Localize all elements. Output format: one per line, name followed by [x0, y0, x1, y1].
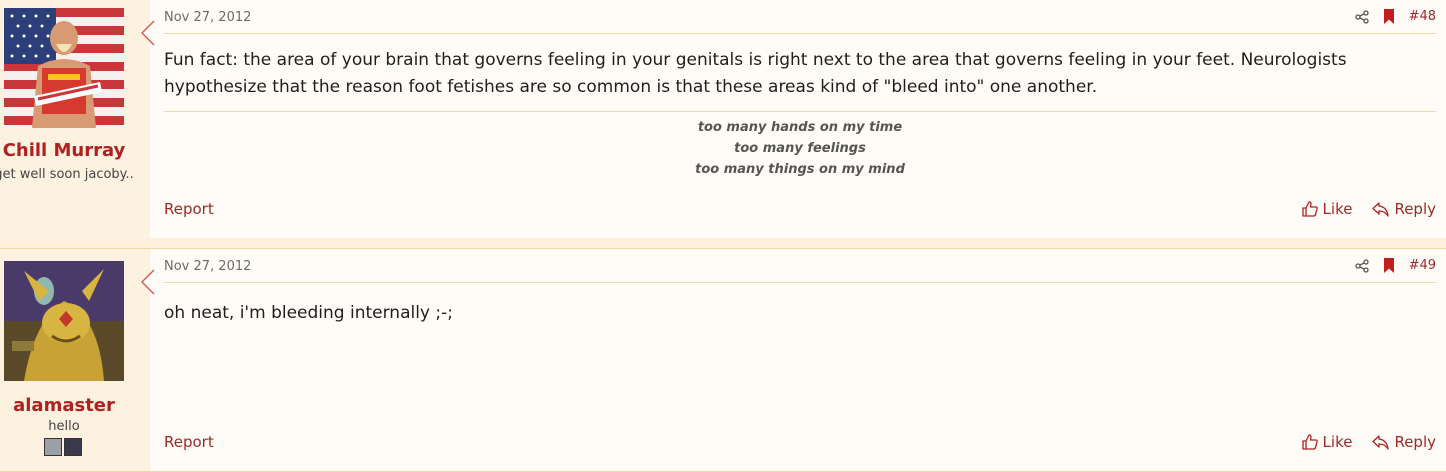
user-column: alamaster hello: [0, 249, 155, 471]
user-title: get well soon jacoby..: [0, 167, 134, 182]
share-icon[interactable]: [1354, 258, 1369, 273]
post-49: alamaster hello Nov 27, 2012 #49 oh neat…: [0, 248, 1446, 472]
post-body: oh neat, i'm bleeding internally ;-;: [164, 303, 453, 323]
reply-icon: [1372, 201, 1390, 217]
username[interactable]: Chill Murray: [0, 140, 128, 161]
like-button[interactable]: Like: [1301, 200, 1353, 218]
like-label: Like: [1322, 200, 1353, 218]
header-divider: [164, 282, 1436, 283]
thumbs-up-icon: [1301, 201, 1318, 217]
avatar[interactable]: [4, 8, 124, 128]
bookmark-icon[interactable]: [1383, 258, 1395, 273]
signature: too many hands on my time too many feeli…: [164, 117, 1436, 180]
report-link[interactable]: Report: [164, 200, 214, 218]
report-link[interactable]: Report: [164, 433, 214, 451]
bookmark-icon[interactable]: [1383, 9, 1395, 24]
post-actions: Like Reply: [1301, 433, 1436, 451]
reply-label: Reply: [1394, 200, 1436, 218]
reply-icon: [1372, 434, 1390, 450]
header-divider: [164, 33, 1436, 34]
message-arrow-icon: [141, 269, 155, 295]
post-48: Chill Murray get well soon jacoby.. Nov …: [0, 0, 1446, 239]
post-number-link[interactable]: #49: [1409, 258, 1436, 273]
post-content: Nov 27, 2012 #48 Fun fact: the area of y…: [164, 0, 1436, 238]
message-arrow-icon: [141, 20, 155, 46]
post-date[interactable]: Nov 27, 2012: [164, 10, 251, 25]
username[interactable]: alamaster: [0, 395, 128, 416]
post-body: Fun fact: the area of your brain that go…: [164, 50, 1347, 97]
reply-label: Reply: [1394, 433, 1436, 451]
share-icon[interactable]: [1354, 9, 1369, 24]
post-separator: [0, 238, 1446, 248]
badge-icon: [44, 438, 62, 456]
user-badges: [44, 438, 82, 456]
like-label: Like: [1322, 433, 1353, 451]
like-button[interactable]: Like: [1301, 433, 1353, 451]
user-title: hello: [48, 419, 80, 434]
post-content: Nov 27, 2012 #49 oh neat, i'm bleeding i…: [164, 249, 1436, 471]
post-number-link[interactable]: #48: [1409, 9, 1436, 24]
post-actions: Like Reply: [1301, 200, 1436, 218]
reply-button[interactable]: Reply: [1372, 200, 1436, 218]
badge-icon: [64, 438, 82, 456]
signature-line: too many feelings: [734, 141, 866, 156]
signature-line: too many hands on my time: [697, 120, 903, 135]
signature-divider: [164, 111, 1436, 112]
signature-line: too many things on my mind: [695, 162, 905, 177]
post-header-actions: #49: [1354, 258, 1436, 273]
avatar[interactable]: [4, 261, 124, 381]
thumbs-up-icon: [1301, 434, 1318, 450]
reply-button[interactable]: Reply: [1372, 433, 1436, 451]
post-date[interactable]: Nov 27, 2012: [164, 259, 251, 274]
post-header-actions: #48: [1354, 9, 1436, 24]
user-column: Chill Murray get well soon jacoby..: [0, 0, 155, 238]
